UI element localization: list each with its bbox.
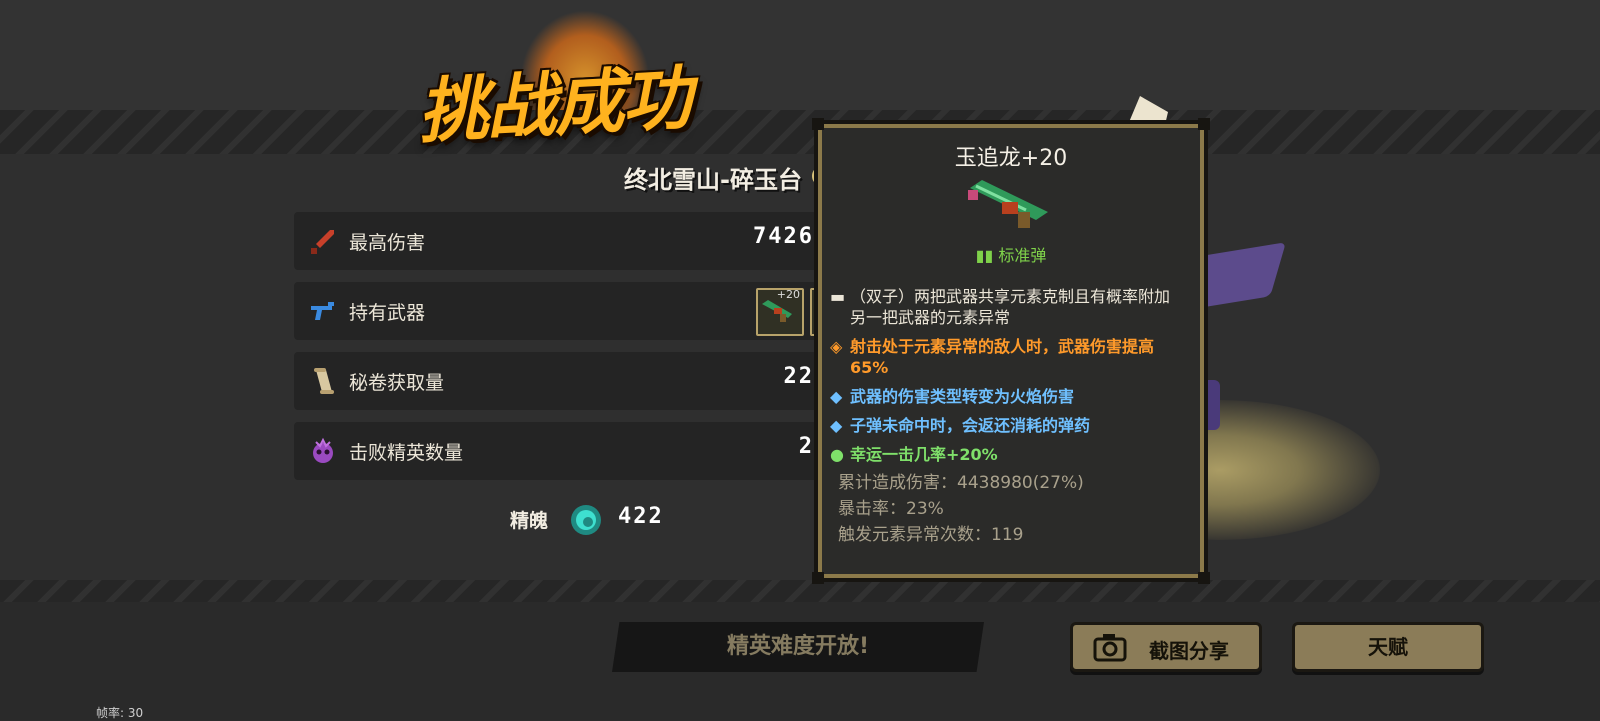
weapon-level: +20 <box>776 288 800 301</box>
scroll-icon <box>314 368 334 394</box>
weapon-effects: ▬ （双子）两把武器共享元素克制且有概率附加另一把武器的元素异常 ◈ 射击处于元… <box>830 286 1180 473</box>
ammo-type: ▮▮ 标准弹 <box>822 242 1200 266</box>
stat-label: 秘卷获取量 <box>349 372 445 394</box>
effect-text: 幸运一击几率+20% <box>850 445 998 464</box>
effect-text: 子弹未命中时，会返还消耗的弹药 <box>850 416 1091 435</box>
effect-line: ◆ 武器的伤害类型转变为火焰伤害 <box>830 386 1180 407</box>
jade-dragon-gun-icon <box>968 180 1048 228</box>
talent-button[interactable]: 天赋 <box>1292 622 1484 672</box>
effect-line: ▬ （双子）两把武器共享元素克制且有概率附加另一把武器的元素异常 <box>830 286 1180 328</box>
screenshot-share-button[interactable]: 截图分享 <box>1070 622 1262 672</box>
stat-label: 持有武器 <box>349 302 426 324</box>
share-label: 截图分享 <box>1149 639 1229 663</box>
effect-marker: ▬ <box>830 287 846 306</box>
stat-row-weapons: 持有武器 +20 <box>294 282 834 340</box>
stat-value: 2 <box>798 434 814 459</box>
stat-row-scrolls: 秘卷获取量 22 <box>294 352 834 410</box>
effect-marker: ◈ <box>830 337 843 356</box>
gun-icon <box>311 302 334 320</box>
total-damage-stat: 累计造成伤害：4438980(27%) <box>838 473 1084 493</box>
effect-text: 武器的伤害类型转变为火焰伤害 <box>850 387 1075 406</box>
soul-gem-icon <box>571 505 601 535</box>
stat-row-elites: 击败精英数量 2 <box>294 422 834 480</box>
weapon-slot[interactable]: +20 <box>756 288 804 336</box>
pattern-band-bottom <box>0 580 1600 602</box>
fps-counter: 帧率: 30 <box>96 706 144 720</box>
ammo-label: 标准弹 <box>998 246 1047 265</box>
element-trigger-stat: 触发元素异常次数：119 <box>838 525 1024 545</box>
sword-icon <box>311 230 334 254</box>
pattern-band-top <box>0 110 1600 154</box>
tooltip-corner <box>812 118 824 130</box>
effect-text: 射击处于元素异常的敌人时，武器伤害提高65% <box>850 337 1155 377</box>
effect-marker: ● <box>830 445 844 464</box>
tooltip-corner <box>1198 118 1210 130</box>
stat-label: 最高伤害 <box>349 232 426 254</box>
effect-text: （双子）两把武器共享元素克制且有概率附加另一把武器的元素异常 <box>850 287 1171 327</box>
elite-skull-icon <box>313 437 333 463</box>
stat-value: 22 <box>783 364 814 389</box>
tooltip-corner <box>1198 572 1210 584</box>
weapon-name: 玉追龙+20 <box>954 146 1068 171</box>
effect-marker: ◆ <box>830 387 843 406</box>
stat-label: 击败精英数量 <box>349 442 464 464</box>
effect-line: ● 幸运一击几率+20% <box>830 444 1180 465</box>
effect-marker: ◆ <box>830 416 843 435</box>
page-title: 挑战成功 <box>415 55 692 154</box>
top-background <box>0 0 1600 110</box>
tooltip-corner <box>812 572 824 584</box>
stat-value: 7426 <box>753 224 814 249</box>
weapon-stats: 累计造成伤害：4438980(27%) 暴击率：23% 触发元素异常次数：119 <box>838 470 1084 548</box>
soul-value: 422 <box>618 504 664 529</box>
soul-label: 精魄 <box>510 510 549 532</box>
effect-line: ◆ 子弹未命中时，会返还消耗的弹药 <box>830 415 1180 436</box>
ammo-icon: ▮▮ <box>975 246 999 265</box>
crit-rate-stat: 暴击率：23% <box>838 499 944 519</box>
effect-line: ◈ 射击处于元素异常的敌人时，武器伤害提高65% <box>830 336 1180 378</box>
location-label: 终北雪山-碎玉台 <box>624 166 802 194</box>
stat-row-max-damage: 最高伤害 7426 <box>294 212 834 270</box>
camera-icon <box>1093 634 1127 662</box>
weapon-tooltip: 玉追龙+20 ▮▮ 标准弹 ▬ （双子）两把武器共享元素克制且有概率附加另一把武… <box>812 118 1210 584</box>
elite-unlocked-banner: 精英难度开放! <box>612 622 984 672</box>
